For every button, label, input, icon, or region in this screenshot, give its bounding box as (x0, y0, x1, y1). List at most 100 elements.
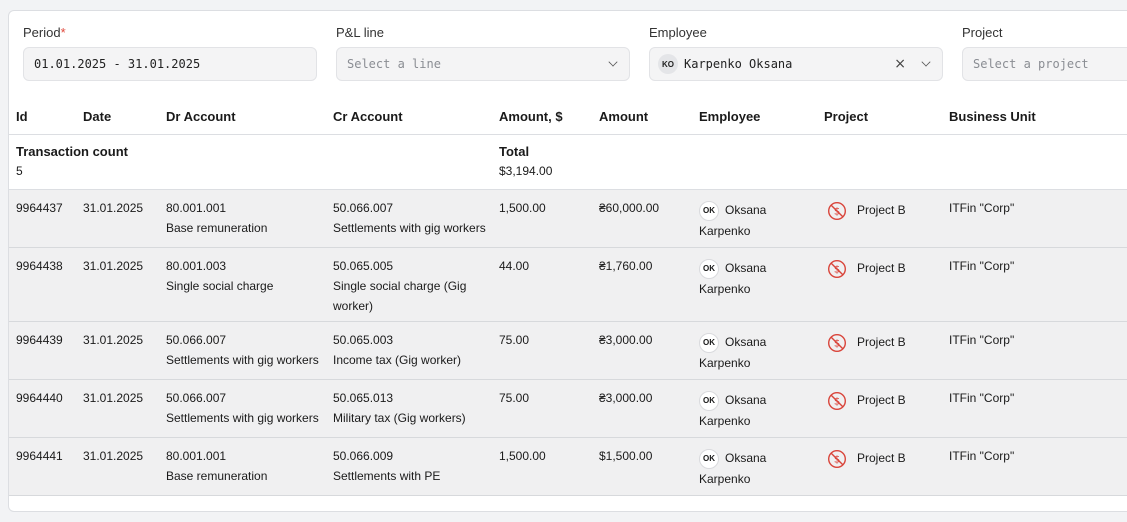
cell-cr-account: 50.065.005 Single social charge (Gig wor… (333, 256, 493, 316)
transaction-count-value: 5 (16, 164, 23, 178)
employee-first-name: Oksana (725, 393, 767, 407)
period-value: 01.01.2025 - 31.01.2025 (34, 57, 201, 71)
required-mark: * (60, 25, 66, 40)
cell-project[interactable]: $ Project B (827, 448, 906, 469)
project-name: Project B (857, 451, 906, 465)
table-header: Id Date Dr Account Cr Account Amount, $ … (9, 103, 1127, 135)
employee-label: Employee (649, 25, 707, 40)
cell-business-unit: ITFin "Corp" (949, 449, 1015, 463)
cell-dr-account: 80.001.001 Base remuneration (166, 198, 267, 238)
employee-avatar: OK (699, 332, 719, 353)
cell-project[interactable]: $ Project B (827, 332, 906, 353)
cell-amount-usd: 1,500.00 (499, 201, 546, 215)
project-label: Project (962, 25, 1003, 40)
column-header-dr-account[interactable]: Dr Account (166, 109, 236, 124)
cell-amount: ₴3,000.00 (599, 391, 653, 405)
cell-amount: ₴60,000.00 (599, 201, 660, 215)
cell-amount-usd: 75.00 (499, 333, 530, 347)
employee-last-name: Karpenko (699, 223, 751, 238)
cr-account-name: Military tax (Gig workers) (333, 411, 466, 425)
column-header-project[interactable]: Project (824, 109, 868, 124)
column-header-employee[interactable]: Employee (699, 109, 760, 124)
cell-cr-account: 50.066.009 Settlements with PE (333, 446, 493, 486)
dr-account-name: Base remuneration (166, 469, 268, 483)
close-icon[interactable]: × (894, 56, 906, 72)
dr-account-code: 50.066.007 (166, 391, 227, 405)
svg-text:$: $ (834, 396, 840, 407)
table-row[interactable]: 9964437 31.01.2025 80.001.001 Base remun… (9, 190, 1127, 248)
no-money-icon: $ (827, 333, 847, 353)
cell-project[interactable]: $ Project B (827, 258, 906, 279)
cr-account-name: Income tax (Gig worker) (333, 353, 462, 367)
cell-employee[interactable]: OK Oksana Karpenko (699, 200, 809, 241)
employee-last-name: Karpenko (699, 413, 751, 428)
cell-project[interactable]: $ Project B (827, 200, 906, 221)
cr-account-code: 50.065.005 (333, 259, 394, 273)
column-header-date[interactable]: Date (83, 109, 111, 124)
cr-account-name: Single social charge (Gig worker) (333, 279, 467, 313)
cr-account-code: 50.065.013 (333, 391, 394, 405)
cell-cr-account: 50.065.003 Income tax (Gig worker) (333, 330, 493, 370)
period-input[interactable]: 01.01.2025 - 31.01.2025 (23, 47, 317, 81)
dr-account-code: 80.001.003 (166, 259, 227, 273)
project-name: Project B (857, 335, 906, 349)
employee-first-name: Oksana (725, 203, 767, 217)
employee-avatar: OK (699, 390, 719, 411)
project-name: Project B (857, 393, 906, 407)
total-label: Total (499, 144, 530, 159)
cr-account-code: 50.066.009 (333, 449, 394, 463)
cell-amount-usd: 1,500.00 (499, 449, 546, 463)
table-row[interactable]: 9964441 31.01.2025 80.001.001 Base remun… (9, 438, 1127, 496)
cell-dr-account: 80.001.001 Base remuneration (166, 446, 267, 486)
employee-avatar: OK (699, 258, 719, 279)
employee-avatar: OK (699, 448, 719, 469)
pl-line-select[interactable]: Select a line (336, 47, 630, 81)
summary-row: Transaction count 5 Total $3,194.00 (9, 135, 1127, 190)
cr-account-code: 50.066.007 (333, 201, 394, 215)
cell-amount-usd: 44.00 (499, 259, 530, 273)
cell-employee[interactable]: OK Oksana Karpenko (699, 332, 809, 373)
cell-dr-account: 80.001.003 Single social charge (166, 256, 273, 296)
table-row[interactable]: 9964440 31.01.2025 50.066.007 Settlement… (9, 380, 1127, 438)
cell-dr-account: 50.066.007 Settlements with gig workers (166, 330, 319, 370)
cell-business-unit: ITFin "Corp" (949, 259, 1015, 273)
cell-date: 31.01.2025 (83, 391, 144, 405)
column-header-business-unit[interactable]: Business Unit (949, 109, 1036, 124)
cell-employee[interactable]: OK Oksana Karpenko (699, 448, 809, 489)
dr-account-name: Base remuneration (166, 221, 268, 235)
no-money-icon: $ (827, 201, 847, 221)
cell-id: 9964439 (16, 333, 63, 347)
project-select[interactable]: Select a project (962, 47, 1127, 81)
column-header-cr-account[interactable]: Cr Account (333, 109, 403, 124)
table-row[interactable]: 9964438 31.01.2025 80.001.003 Single soc… (9, 248, 1127, 322)
svg-text:$: $ (834, 206, 840, 217)
employee-first-name: Oksana (725, 335, 767, 349)
cell-cr-account: 50.066.007 Settlements with gig workers (333, 198, 493, 238)
cell-amount: ₴1,760.00 (599, 259, 653, 273)
pl-line-label: P&L line (336, 25, 384, 40)
cell-id: 9964441 (16, 449, 63, 463)
cell-amount: $1,500.00 (599, 449, 653, 463)
dr-account-code: 80.001.001 (166, 201, 227, 215)
column-header-id[interactable]: Id (16, 109, 28, 124)
project-name: Project B (857, 203, 906, 217)
column-header-amount-usd[interactable]: Amount, $ (499, 109, 563, 124)
chevron-down-icon (608, 57, 618, 67)
cell-date: 31.01.2025 (83, 449, 144, 463)
cell-date: 31.01.2025 (83, 201, 144, 215)
pl-line-placeholder: Select a line (347, 57, 441, 71)
employee-first-name: Oksana (725, 451, 767, 465)
no-money-icon: $ (827, 449, 847, 469)
cell-employee[interactable]: OK Oksana Karpenko (699, 258, 809, 299)
svg-text:$: $ (834, 338, 840, 349)
cell-project[interactable]: $ Project B (827, 390, 906, 411)
dr-account-name: Settlements with gig workers (166, 411, 319, 425)
cell-cr-account: 50.065.013 Military tax (Gig workers) (333, 388, 493, 428)
dr-account-name: Single social charge (166, 279, 274, 293)
table-row[interactable]: 9964439 31.01.2025 50.066.007 Settlement… (9, 322, 1127, 380)
employee-select[interactable]: KO Karpenko Oksana × (649, 47, 943, 81)
chevron-down-icon (921, 57, 931, 67)
period-label: Period* (23, 25, 66, 40)
column-header-amount[interactable]: Amount (599, 109, 648, 124)
cell-employee[interactable]: OK Oksana Karpenko (699, 390, 809, 431)
